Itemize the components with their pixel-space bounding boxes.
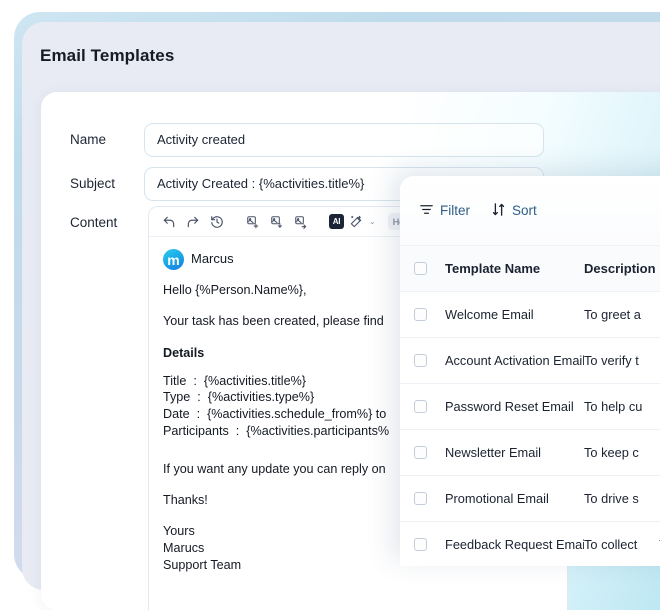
- select-all-checkbox[interactable]: [414, 262, 427, 275]
- history-icon[interactable]: [205, 211, 229, 233]
- table-row[interactable]: Newsletter EmailTo keep c: [400, 430, 660, 476]
- cell-description: To help cu: [584, 399, 660, 414]
- redo-icon[interactable]: [181, 211, 205, 233]
- table-row[interactable]: Welcome EmailTo greet a: [400, 292, 660, 338]
- ai-badge-icon[interactable]: AI: [329, 214, 344, 229]
- row-checkbox-cell[interactable]: [400, 538, 445, 551]
- row-checkbox[interactable]: [414, 400, 427, 413]
- name-label: Name: [70, 123, 106, 157]
- subject-label: Subject: [70, 167, 115, 201]
- magic-wand-icon[interactable]: [344, 211, 368, 233]
- screen: Email Templates Name Activity created Su…: [0, 0, 660, 550]
- row-checkbox-cell[interactable]: [400, 400, 445, 413]
- column-header-template-name[interactable]: Template Name: [445, 261, 584, 276]
- filter-label: Filter: [440, 203, 470, 218]
- list-toolbar: Filter Sort: [400, 176, 660, 245]
- mouse-cursor: [646, 528, 660, 541]
- template-list-panel: Filter Sort Template Name Description We…: [400, 176, 660, 566]
- cell-description: To greet a: [584, 307, 660, 322]
- cell-description: To verify t: [584, 353, 660, 368]
- cell-description: To drive s: [584, 491, 660, 506]
- row-checkbox-cell[interactable]: [400, 446, 445, 459]
- row-checkbox[interactable]: [414, 446, 427, 459]
- cell-template-name: Account Activation Email: [445, 353, 584, 368]
- row-checkbox-cell[interactable]: [400, 492, 445, 505]
- sort-arrows-icon: [491, 202, 506, 220]
- cell-template-name: Newsletter Email: [445, 445, 584, 460]
- row-checkbox[interactable]: [414, 354, 427, 367]
- image-link-icon[interactable]: [289, 211, 313, 233]
- field-row-name: Name Activity created: [41, 123, 660, 157]
- content-label: Content: [70, 206, 117, 240]
- table-row[interactable]: Password Reset EmailTo help cu: [400, 384, 660, 430]
- cell-description: To keep c: [584, 445, 660, 460]
- cell-template-name: Welcome Email: [445, 307, 584, 322]
- image-add-icon[interactable]: [241, 211, 265, 233]
- row-checkbox-cell[interactable]: [400, 354, 445, 367]
- sender-name: Marcus: [191, 250, 234, 269]
- table-row[interactable]: Account Activation EmailTo verify t: [400, 338, 660, 384]
- image-download-icon[interactable]: [265, 211, 289, 233]
- undo-icon[interactable]: [157, 211, 181, 233]
- row-checkbox-cell[interactable]: [400, 308, 445, 321]
- table-row[interactable]: Feedback Request EmailTo collect: [400, 522, 660, 566]
- name-input[interactable]: Activity created: [144, 123, 544, 157]
- table-body: Welcome EmailTo greet aAccount Activatio…: [400, 292, 660, 566]
- chevron-down-icon[interactable]: ⌄: [369, 217, 376, 226]
- cell-template-name: Password Reset Email: [445, 399, 584, 414]
- row-checkbox[interactable]: [414, 492, 427, 505]
- column-header-description[interactable]: Description: [584, 261, 660, 276]
- avatar: m: [163, 249, 184, 270]
- sort-button[interactable]: Sort: [491, 202, 537, 220]
- table-row[interactable]: Promotional EmailTo drive s: [400, 476, 660, 522]
- cell-template-name: Promotional Email: [445, 491, 584, 506]
- page-title: Email Templates: [40, 46, 174, 66]
- row-checkbox[interactable]: [414, 308, 427, 321]
- filter-button[interactable]: Filter: [419, 202, 470, 220]
- table-header-row: Template Name Description: [400, 245, 660, 292]
- row-checkbox[interactable]: [414, 538, 427, 551]
- sort-label: Sort: [512, 203, 537, 218]
- filter-icon: [419, 202, 434, 220]
- select-all-checkbox-cell[interactable]: [400, 262, 445, 275]
